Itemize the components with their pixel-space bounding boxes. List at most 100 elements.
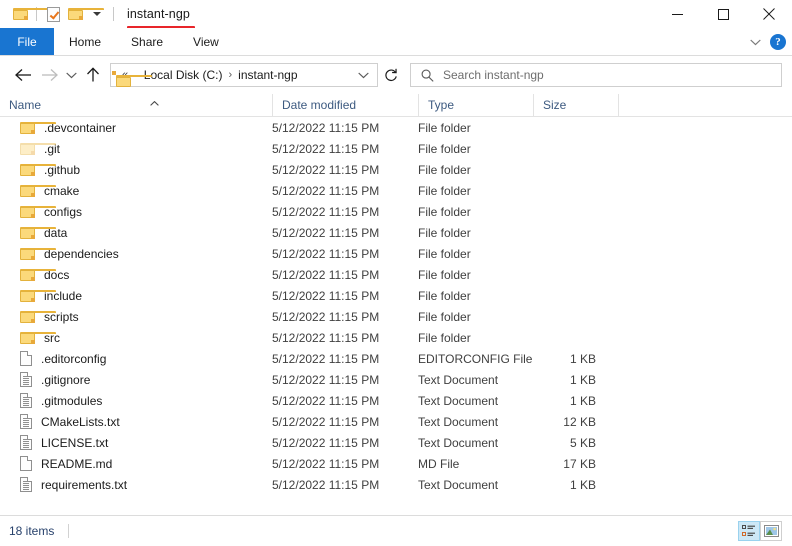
column-header-name-label: Name [9, 98, 42, 112]
cell-size: 1 KB [569, 372, 596, 387]
folder-icon [20, 289, 56, 302]
new-folder-icon[interactable] [64, 3, 104, 25]
title-bar: instant-ngp [0, 0, 792, 30]
text-document-icon [20, 393, 32, 408]
cell-name: .editorconfig [0, 351, 272, 366]
table-row[interactable]: README.md 5/12/2022 11:15 PM MD File 17 KB [0, 453, 792, 474]
cell-type: File folder [418, 288, 471, 303]
cell-name: data [0, 226, 272, 240]
tab-file[interactable]: File [0, 28, 54, 56]
table-row[interactable]: .devcontainer 5/12/2022 11:15 PM File fold… [0, 117, 792, 138]
help-icon[interactable]: ? [770, 34, 786, 50]
table-row[interactable]: data 5/12/2022 11:15 PM File folder [0, 222, 792, 243]
text-document-icon [20, 477, 32, 492]
table-row[interactable]: .gitmodules 5/12/2022 11:15 PM Text Docume… [0, 390, 792, 411]
window-title: instant-ngp [127, 7, 190, 21]
cell-type: File folder [418, 225, 471, 240]
cell-name: include [0, 289, 272, 303]
cell-name: docs [0, 268, 272, 282]
ribbon-right-controls: ? [750, 28, 786, 56]
cell-name: .git [0, 142, 272, 156]
cell-date-modified: 5/12/2022 11:15 PM [272, 351, 380, 366]
table-row[interactable]: requirements.txt 5/12/2022 11:15 PM Text D… [0, 474, 792, 495]
cell-type: Text Document [418, 435, 499, 450]
cell-date-modified: 5/12/2022 11:15 PM [272, 414, 380, 429]
column-header-size[interactable]: Size [533, 94, 618, 116]
cell-size: 1 KB [569, 393, 596, 408]
maximize-button[interactable] [700, 0, 746, 28]
status-bar: 18 items [0, 515, 792, 546]
status-divider [68, 524, 70, 538]
column-header-date-modified[interactable]: Date modified [272, 94, 418, 116]
cell-name: README.md [0, 456, 272, 471]
folder-icon [20, 247, 56, 260]
column-header-row: Name Date modified Type Size [0, 94, 792, 117]
large-icons-view-button[interactable] [760, 521, 782, 541]
search-input[interactable]: Search instant-ngp [410, 63, 782, 87]
column-header-spacer [618, 94, 792, 116]
table-row[interactable]: .github 5/12/2022 11:15 PM File folder [0, 159, 792, 180]
folder-icon [20, 163, 56, 176]
table-row[interactable]: configs 5/12/2022 11:15 PM File folder [0, 201, 792, 222]
properties-icon[interactable] [42, 3, 64, 25]
table-row[interactable]: docs 5/12/2022 11:15 PM File folder [0, 264, 792, 285]
cell-type: File folder [418, 141, 471, 156]
folder-icon [20, 184, 56, 197]
folder-icon [20, 310, 56, 323]
table-row[interactable]: LICENSE.txt 5/12/2022 11:15 PM Text Docume… [0, 432, 792, 453]
blank-file-icon [20, 351, 32, 366]
cell-date-modified: 5/12/2022 11:15 PM [272, 120, 380, 135]
table-row[interactable]: .gitignore 5/12/2022 11:15 PM Text Documen… [0, 369, 792, 390]
view-mode-buttons [738, 521, 782, 541]
table-row[interactable]: include 5/12/2022 11:15 PM File folder [0, 285, 792, 306]
cell-size: 12 KB [563, 414, 596, 429]
table-row[interactable]: CMakeLists.txt 5/12/2022 11:15 PM Text Doc… [0, 411, 792, 432]
chevron-down-icon[interactable] [750, 33, 761, 51]
close-button[interactable] [746, 0, 792, 28]
column-header-name[interactable]: Name [0, 94, 272, 116]
folder-icon [20, 205, 56, 218]
forward-button[interactable] [36, 60, 62, 90]
table-row[interactable]: .git 5/12/2022 11:15 PM File folder [0, 138, 792, 159]
tab-share[interactable]: Share [116, 28, 178, 56]
column-header-type[interactable]: Type [418, 94, 533, 116]
breadcrumb-item-1[interactable]: instant-ngp [238, 68, 297, 82]
ribbon-tab-bar: File Home Share View ? [0, 28, 792, 56]
cell-date-modified: 5/12/2022 11:15 PM [272, 225, 380, 240]
breadcrumb-item-0[interactable]: Local Disk (C:) [144, 68, 223, 82]
breadcrumb-separator-1[interactable]: › [228, 69, 232, 81]
refresh-button[interactable] [378, 60, 404, 90]
cell-name: configs [0, 205, 272, 219]
table-row[interactable]: src 5/12/2022 11:15 PM File folder [0, 327, 792, 348]
cell-name: CMakeLists.txt [0, 414, 272, 429]
table-row[interactable]: .editorconfig 5/12/2022 11:15 PM EDITORCON… [0, 348, 792, 369]
cell-type: File folder [418, 183, 471, 198]
tab-view[interactable]: View [178, 28, 234, 56]
file-name-label: CMakeLists.txt [41, 414, 120, 429]
details-view-button[interactable] [738, 521, 760, 541]
cell-type: EDITORCONFIG File [418, 351, 533, 366]
tab-home[interactable]: Home [54, 28, 116, 56]
recent-locations-button[interactable] [62, 60, 80, 90]
address-dropdown-icon[interactable] [358, 64, 369, 86]
cell-size: 1 KB [569, 351, 596, 366]
up-button[interactable] [80, 60, 106, 90]
address-input[interactable]: « › Local Disk (C:) › instant-ngp [110, 63, 378, 87]
cell-date-modified: 5/12/2022 11:15 PM [272, 246, 380, 261]
search-placeholder: Search instant-ngp [443, 68, 544, 82]
table-row[interactable]: cmake 5/12/2022 11:15 PM File folder [0, 180, 792, 201]
table-row[interactable]: scripts 5/12/2022 11:15 PM File folder [0, 306, 792, 327]
cell-type: File folder [418, 162, 471, 177]
customize-qat-icon[interactable] [86, 3, 108, 25]
cell-name: src [0, 331, 272, 345]
minimize-button[interactable] [654, 0, 700, 28]
cell-type: MD File [418, 456, 460, 471]
file-list[interactable]: .devcontainer 5/12/2022 11:15 PM File fold… [0, 117, 792, 495]
cell-name: dependencies [0, 247, 272, 261]
table-row[interactable]: dependencies 5/12/2022 11:15 PM File folde… [0, 243, 792, 264]
folder-icon [20, 268, 56, 281]
back-button[interactable] [10, 60, 36, 90]
folder-icon[interactable] [9, 3, 49, 25]
file-name-label: requirements.txt [41, 477, 128, 492]
text-document-icon [20, 372, 32, 387]
